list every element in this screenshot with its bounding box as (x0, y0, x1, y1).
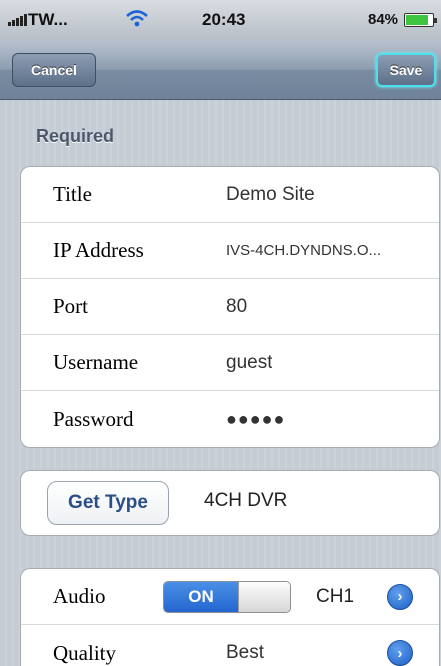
toggle-on-label: ON (164, 582, 238, 612)
battery-icon (404, 13, 437, 27)
audio-channel-value: CH1 (316, 585, 355, 607)
ip-address-field[interactable]: IVS-4CH.DYNDNS.O... (226, 242, 381, 259)
status-time: 20:43 (202, 10, 246, 29)
field-label: Title (53, 182, 92, 206)
navigation-bar: Cancel Save (0, 40, 441, 100)
battery-percentage: 84% (368, 11, 399, 28)
media-settings-group: Audio ON CH1 › Quality Best › (20, 568, 440, 666)
device-type-value: 4CH DVR (204, 490, 288, 511)
toggle-knob[interactable] (238, 582, 290, 612)
save-button[interactable]: Save (376, 53, 436, 87)
field-row-port[interactable]: Port 80 (21, 279, 439, 335)
get-type-button[interactable]: Get Type (47, 481, 169, 525)
quality-row[interactable]: Quality Best › (21, 625, 439, 666)
audio-label: Audio (53, 584, 106, 608)
password-field[interactable]: ●●●●● (226, 409, 285, 430)
device-type-group: Get Type 4CH DVR (20, 470, 440, 536)
field-label: IP Address (53, 238, 144, 262)
audio-toggle[interactable]: ON (163, 581, 291, 613)
username-field[interactable]: guest (226, 352, 272, 374)
field-label: Port (53, 294, 89, 318)
cancel-button[interactable]: Cancel (12, 53, 96, 87)
field-label: Password (53, 406, 134, 431)
quality-value: Best (226, 642, 265, 663)
audio-row: Audio ON CH1 › (21, 569, 439, 625)
field-row-ip-address[interactable]: IP Address IVS-4CH.DYNDNS.O... (21, 223, 439, 279)
chevron-right-icon[interactable]: › (387, 640, 413, 666)
field-row-title[interactable]: Title Demo Site (21, 167, 439, 223)
required-fields-group: Title Demo Site IP Address IVS-4CH.DYNDN… (20, 166, 440, 448)
battery-fill (406, 15, 428, 25)
chevron-right-icon[interactable]: › (387, 583, 413, 610)
carrier-name: TW... (28, 10, 68, 29)
title-field[interactable]: Demo Site (226, 184, 315, 206)
signal-strength-icon (8, 14, 27, 26)
field-label: Username (53, 350, 139, 374)
port-field[interactable]: 80 (226, 296, 247, 318)
field-row-password[interactable]: Password ●●●●● (21, 391, 439, 447)
wifi-icon (126, 10, 148, 27)
field-row-username[interactable]: Username guest (21, 335, 439, 391)
section-header-required: Required (36, 126, 115, 146)
quality-label: Quality (53, 640, 116, 665)
status-bar: TW... 20:43 84% (0, 0, 441, 40)
